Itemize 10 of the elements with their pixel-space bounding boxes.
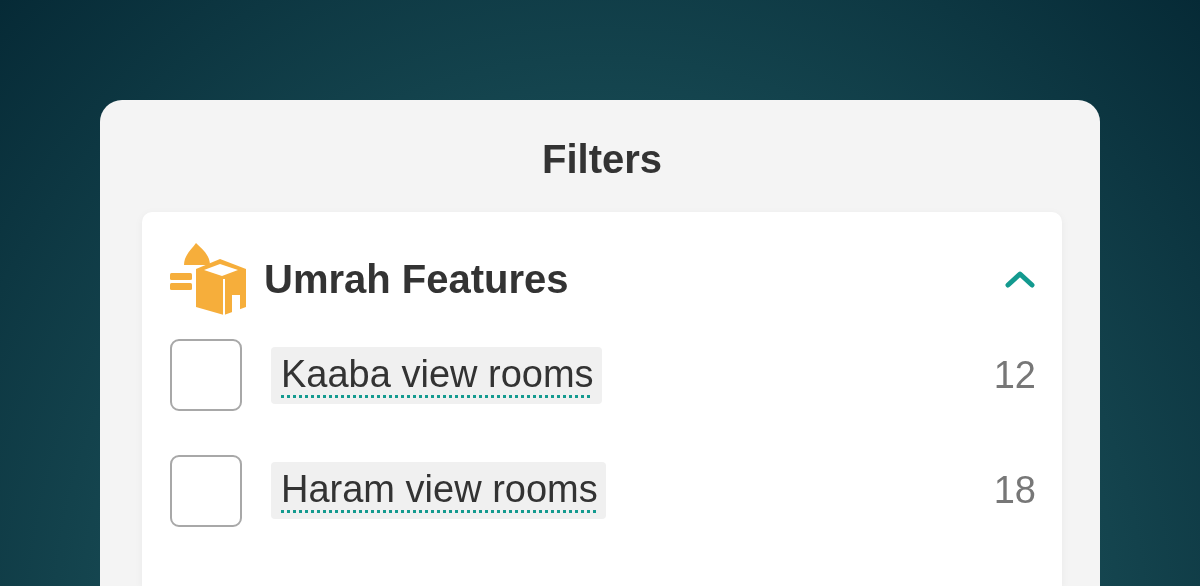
checkbox[interactable] <box>170 454 242 527</box>
section-title: Umrah Features <box>264 256 570 302</box>
collapse-button[interactable] <box>1004 268 1036 290</box>
option-label[interactable]: Haram view rooms <box>271 462 606 519</box>
kaaba-icon <box>170 243 246 315</box>
checkbox[interactable] <box>170 339 242 411</box>
option-count: 18 <box>993 469 1036 512</box>
panel-title: Filters <box>541 136 662 183</box>
option-count: 12 <box>993 353 1036 397</box>
option-label[interactable]: Kaaba view rooms <box>271 346 602 404</box>
